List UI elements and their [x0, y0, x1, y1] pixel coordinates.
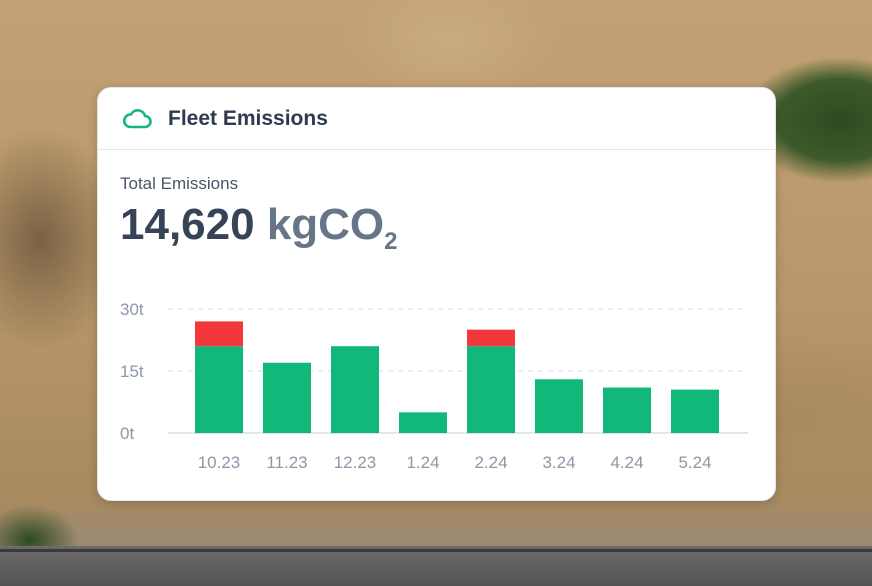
unit-subscript: 2: [384, 228, 398, 255]
x-tick-label: 10.23: [198, 453, 241, 472]
bar-excess: [195, 321, 243, 347]
y-tick-label: 0t: [120, 424, 134, 443]
fleet-emissions-card: Fleet Emissions Total Emissions 14,620 k…: [97, 87, 776, 501]
bar-base: [195, 346, 243, 433]
unit-text: kgCO: [266, 200, 385, 249]
x-tick-label: 4.24: [610, 453, 643, 472]
bar-base: [467, 346, 515, 433]
x-tick-label: 11.23: [266, 453, 307, 472]
total-emissions-label: Total Emissions: [120, 174, 239, 193]
bar-base: [331, 346, 379, 433]
card-header: Fleet Emissions: [98, 88, 775, 150]
y-tick-label: 15t: [120, 362, 144, 381]
emissions-bar-chart: 0t 15t 30t 10.23 11.23 12.23 1.24 2.24 3.24 4.24 5…: [120, 300, 748, 472]
x-tick-label: 3.24: [542, 453, 575, 472]
bar-base: [535, 379, 583, 433]
card-title: Fleet Emissions: [168, 106, 328, 130]
bar-base: [671, 389, 719, 433]
road: [0, 546, 872, 586]
bar-excess: [467, 329, 515, 347]
y-tick-label: 30t: [120, 300, 144, 319]
x-tick-label: 2.24: [474, 453, 507, 472]
x-tick-label: 5.24: [678, 453, 711, 472]
bar-base: [399, 412, 447, 433]
x-tick-label: 12.23: [334, 453, 377, 472]
total-emissions-unit: kgCO2: [266, 200, 398, 255]
total-emissions-value: 14,620 kgCO2: [120, 200, 398, 255]
total-emissions-number: 14,620: [120, 200, 255, 249]
road-edge: [0, 549, 872, 552]
bar-base: [263, 362, 311, 433]
cloud-icon: [122, 108, 152, 130]
x-tick-label: 1.24: [406, 453, 439, 472]
bar-base: [603, 387, 651, 433]
